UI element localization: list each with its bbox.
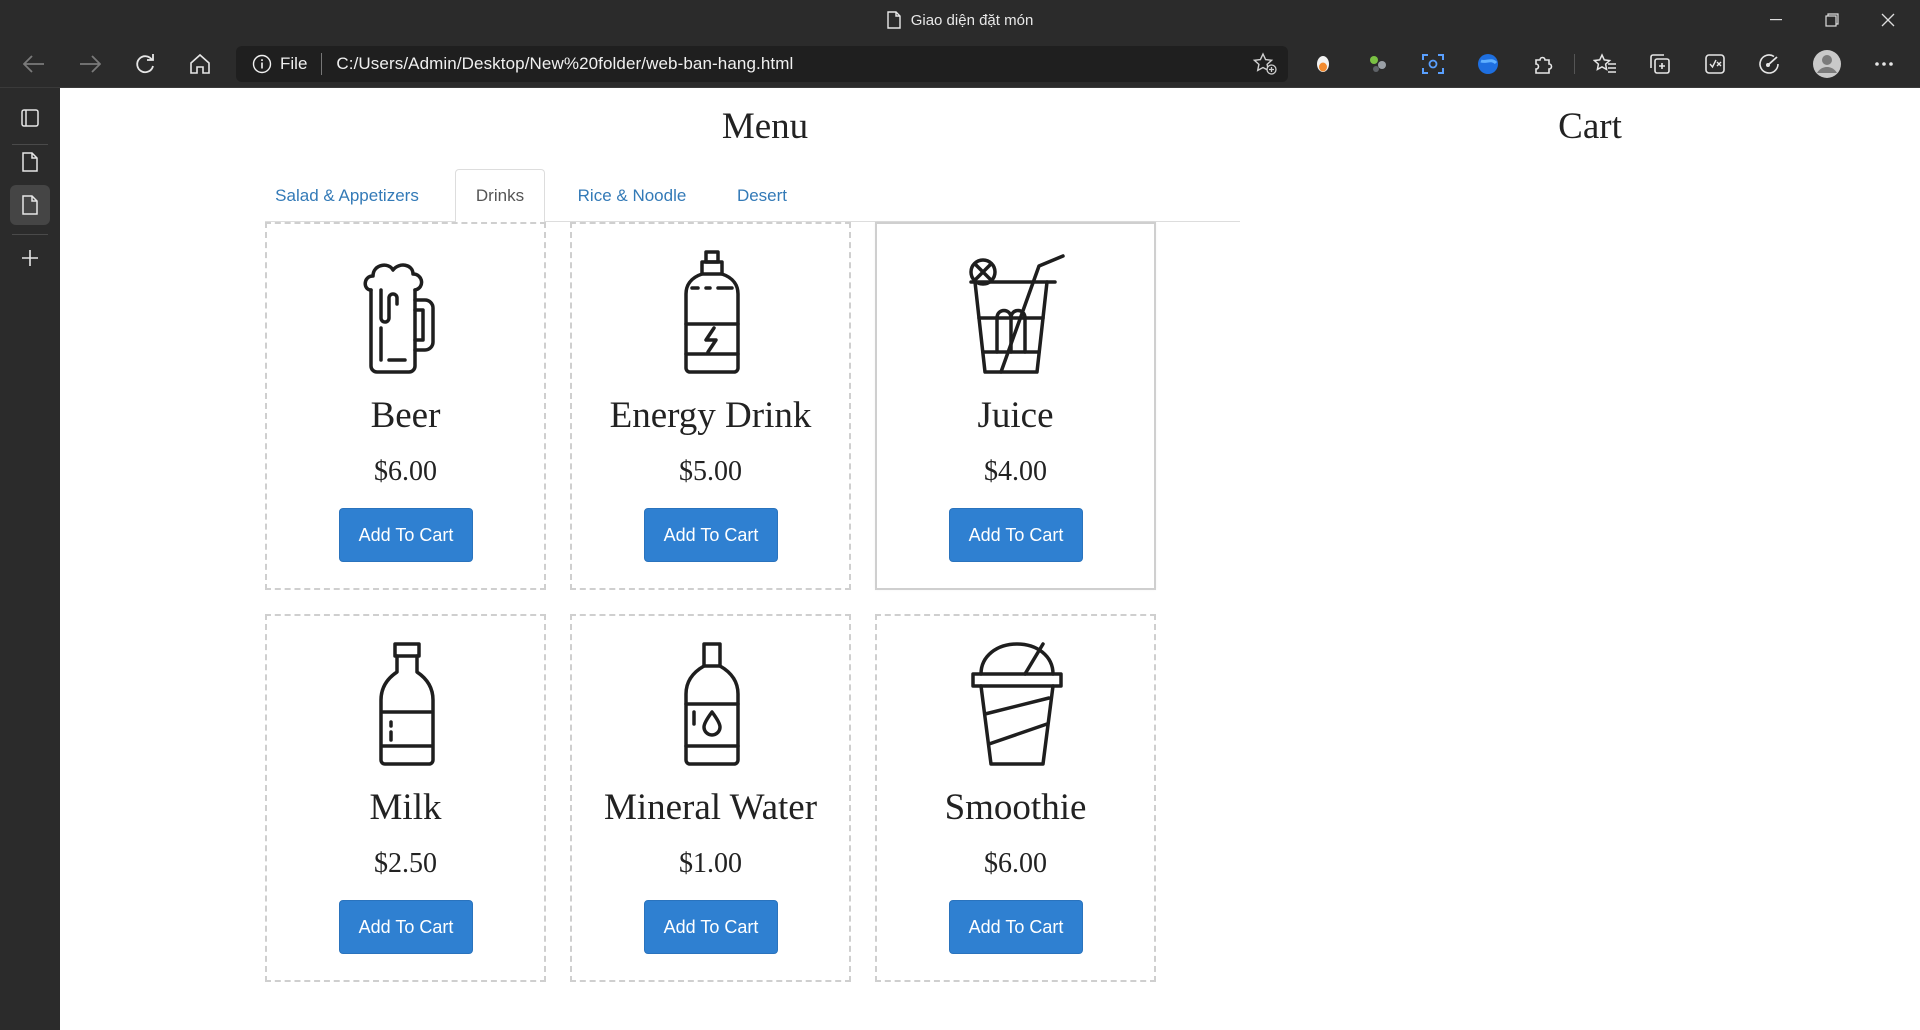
back-button[interactable] xyxy=(14,46,54,82)
product-card-milk[interactable]: Milk $2.50 Add To Cart xyxy=(265,614,546,982)
extension-1-icon[interactable] xyxy=(1303,46,1343,82)
product-price: $5.00 xyxy=(679,456,742,487)
tab-desert[interactable]: Desert xyxy=(717,169,807,223)
tab-salad-appetizers[interactable]: Salad & Appetizers xyxy=(265,169,429,223)
profile-avatar[interactable] xyxy=(1807,46,1847,82)
cart-heading: Cart xyxy=(1558,106,1622,147)
new-tab-button[interactable] xyxy=(10,238,50,278)
product-name: Smoothie xyxy=(944,787,1087,828)
product-name: Beer xyxy=(370,395,441,436)
page-icon xyxy=(22,195,38,215)
address-bar[interactable]: File C:/Users/Admin/Desktop/New%20folder… xyxy=(236,46,1288,82)
add-to-cart-button[interactable]: Add To Cart xyxy=(339,508,473,562)
file-scheme-label: File xyxy=(280,54,308,73)
add-to-cart-button[interactable]: Add To Cart xyxy=(949,900,1083,954)
extension-3-icon[interactable] xyxy=(1468,46,1508,82)
home-icon xyxy=(190,53,210,74)
title-bar: Giao diện đặt món xyxy=(0,0,1920,40)
menu-heading: Menu xyxy=(721,106,809,147)
forward-arrow-icon xyxy=(80,55,101,73)
add-to-cart-button[interactable]: Add To Cart xyxy=(644,508,778,562)
product-price: $2.50 xyxy=(374,848,437,879)
smoothie-cup-icon xyxy=(971,642,1063,766)
forward-button[interactable] xyxy=(70,46,110,82)
toolbar-divider xyxy=(1574,54,1575,74)
product-name: Milk xyxy=(369,787,442,828)
product-name: Mineral Water xyxy=(603,787,818,828)
refresh-button[interactable] xyxy=(125,46,165,82)
screenshot-capture-icon[interactable] xyxy=(1413,46,1453,82)
more-options-icon[interactable] xyxy=(1864,46,1904,82)
restore-button[interactable] xyxy=(1804,0,1860,40)
window-title-area: Giao diện đặt món xyxy=(0,0,1920,40)
vertical-tab-2-active[interactable] xyxy=(10,185,50,225)
product-price: $6.00 xyxy=(984,848,1047,879)
milk-bottle-icon xyxy=(379,642,435,766)
product-card-energy-drink[interactable]: Energy Drink $5.00 Add To Cart xyxy=(570,222,851,590)
tab-drinks[interactable]: Drinks xyxy=(455,169,545,223)
juice-glass-icon xyxy=(969,254,1065,374)
water-bottle-icon xyxy=(684,642,740,766)
collections-icon[interactable] xyxy=(1640,46,1680,82)
minimize-button[interactable] xyxy=(1748,0,1804,40)
product-card-mineral-water[interactable]: Mineral Water $1.00 Add To Cart xyxy=(570,614,851,982)
energy-drink-bottle-icon xyxy=(684,250,740,374)
add-to-cart-button[interactable]: Add To Cart xyxy=(949,508,1083,562)
product-price: $1.00 xyxy=(679,848,742,879)
category-tabs: Salad & Appetizers Drinks Rice & Noodle … xyxy=(265,169,1240,223)
add-to-cart-button[interactable]: Add To Cart xyxy=(339,900,473,954)
favorites-icon[interactable] xyxy=(1585,46,1625,82)
product-name: Juice xyxy=(977,395,1054,436)
web-page: Menu Cart Salad & Appetizers Drinks Rice… xyxy=(60,89,1920,1030)
page-icon xyxy=(887,11,901,29)
extension-2-icon[interactable] xyxy=(1358,46,1398,82)
math-solver-icon[interactable] xyxy=(1695,46,1735,82)
home-button[interactable] xyxy=(180,46,220,82)
vertical-tabs-sidebar xyxy=(0,88,60,1030)
browser-toolbar: File C:/Users/Admin/Desktop/New%20folder… xyxy=(0,40,1920,88)
url-text[interactable]: C:/Users/Admin/Desktop/New%20folder/web-… xyxy=(336,54,793,74)
page-icon xyxy=(22,152,38,172)
performance-icon[interactable] xyxy=(1750,46,1790,82)
product-name: Energy Drink xyxy=(609,395,812,436)
beer-mug-icon xyxy=(363,263,435,374)
tab-actions-icon[interactable] xyxy=(10,98,50,138)
product-price: $4.00 xyxy=(984,456,1047,487)
plus-icon xyxy=(22,250,38,266)
window-title: Giao diện đặt món xyxy=(910,11,1034,29)
back-arrow-icon xyxy=(23,55,44,73)
refresh-icon xyxy=(136,54,154,74)
product-card-juice[interactable]: Juice $4.00 Add To Cart xyxy=(875,222,1156,590)
tab-rice-noodle[interactable]: Rice & Noodle xyxy=(565,169,699,223)
product-card-beer[interactable]: Beer $6.00 Add To Cart xyxy=(265,222,546,590)
product-price: $6.00 xyxy=(374,456,437,487)
close-window-button[interactable] xyxy=(1860,0,1916,40)
product-card-smoothie[interactable]: Smoothie $6.00 Add To Cart xyxy=(875,614,1156,982)
info-icon[interactable] xyxy=(252,54,272,74)
address-separator xyxy=(321,53,323,75)
add-to-cart-button[interactable]: Add To Cart xyxy=(644,900,778,954)
sidebar-divider xyxy=(12,234,48,235)
add-favorite-icon[interactable] xyxy=(1252,52,1278,81)
vertical-tab-1[interactable] xyxy=(10,142,50,182)
extensions-puzzle-icon[interactable] xyxy=(1523,46,1563,82)
